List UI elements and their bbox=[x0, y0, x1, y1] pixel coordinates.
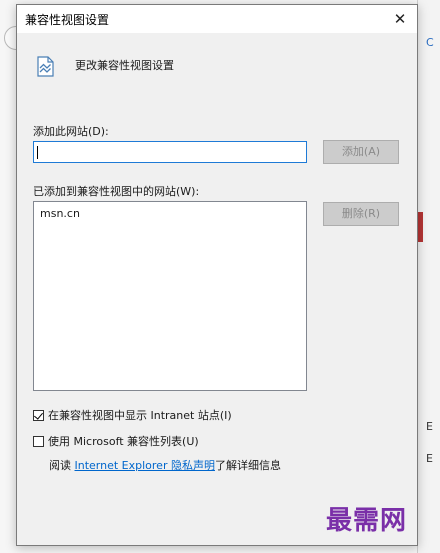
intranet-checkbox[interactable] bbox=[33, 409, 44, 421]
close-button[interactable]: ✕ bbox=[383, 5, 417, 33]
remove-button[interactable]: 删除(R) bbox=[323, 202, 399, 226]
dialog-titlebar[interactable]: 兼容性视图设置 ✕ bbox=[17, 5, 417, 33]
list-item[interactable]: msn.cn bbox=[40, 206, 300, 222]
add-site-input[interactable] bbox=[33, 141, 307, 163]
privacy-info: 阅读 Internet Explorer 隐私声明了解详细信息 bbox=[49, 457, 281, 473]
privacy-statement-link[interactable]: Internet Explorer 隐私声明 bbox=[75, 459, 215, 472]
added-sites-list[interactable]: msn.cn bbox=[33, 201, 307, 391]
text-caret bbox=[37, 146, 38, 159]
add-button[interactable]: 添加(A) bbox=[323, 140, 399, 164]
compatibility-view-dialog: 兼容性视图设置 ✕ 更改兼容性视图设置 添加此网站(D): 添加(A) 已添加到… bbox=[16, 4, 418, 546]
add-site-label: 添加此网站(D): bbox=[33, 125, 109, 138]
watermark-text: 最需网 bbox=[326, 506, 408, 536]
privacy-info-prefix: 阅读 bbox=[49, 459, 75, 472]
microsoft-list-checkbox[interactable] bbox=[33, 435, 44, 447]
privacy-info-suffix: 了解详细信息 bbox=[214, 459, 281, 472]
close-icon: ✕ bbox=[393, 10, 407, 28]
microsoft-list-option-label: 使用 Microsoft 兼容性列表(U) bbox=[48, 435, 199, 448]
page-compatibility-icon bbox=[37, 56, 54, 77]
background-right-panel bbox=[417, 0, 440, 553]
background-mark: E bbox=[426, 420, 433, 433]
background-mark: C bbox=[426, 36, 434, 49]
intranet-option-label: 在兼容性视图中显示 Intranet 站点(I) bbox=[48, 409, 232, 422]
microsoft-list-option[interactable]: 使用 Microsoft 兼容性列表(U) bbox=[33, 433, 199, 449]
dialog-title: 兼容性视图设置 bbox=[25, 13, 110, 27]
background-mark: E bbox=[426, 452, 433, 465]
intranet-option[interactable]: 在兼容性视图中显示 Intranet 站点(I) bbox=[33, 407, 232, 423]
added-sites-label: 已添加到兼容性视图中的网站(W): bbox=[33, 185, 200, 198]
header-title: 更改兼容性视图设置 bbox=[75, 59, 174, 72]
